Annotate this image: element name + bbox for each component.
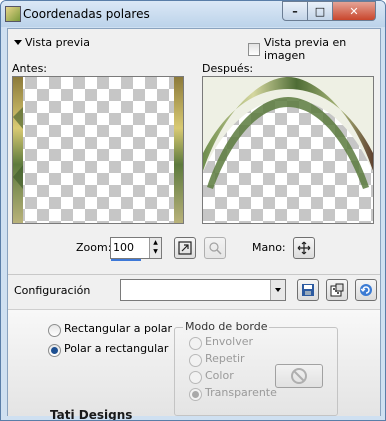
edge-transparent-radio[interactable] (189, 388, 202, 401)
no-color-icon (291, 368, 307, 384)
polar-to-rect-radio[interactable] (48, 344, 61, 357)
expand-icon (178, 241, 192, 255)
zoom-label: Zoom: (76, 241, 112, 254)
polar-to-rect-label[interactable]: Polar a rectangular (64, 342, 168, 355)
spin-up-icon[interactable]: ▲ (150, 238, 161, 247)
spin-down-icon[interactable]: ▼ (150, 247, 161, 256)
title-bar[interactable]: Coordenadas polares – □ ✕ (1, 1, 385, 27)
dialog-window: Coordenadas polares – □ ✕ Vista previa V… (0, 0, 386, 421)
zoom-spin-buttons[interactable]: ▲ ▼ (149, 238, 161, 258)
config-label: Configuración (14, 284, 91, 297)
edge-repeat-radio[interactable] (189, 354, 202, 367)
maximize-button[interactable]: □ (307, 1, 333, 21)
hand-label: Mano: (252, 241, 286, 254)
image-preview-label: Vista previa en imagen (264, 36, 347, 62)
dialog-content: Vista previa Vista previa en imagen Ante… (7, 28, 381, 420)
app-icon (5, 6, 21, 22)
random-config-button[interactable] (326, 279, 348, 301)
chevron-down-icon[interactable] (270, 280, 285, 300)
floppy-disk-icon (302, 284, 314, 296)
preview-toggle-label: Vista previa (25, 36, 90, 49)
preview-toggle[interactable]: Vista previa (14, 36, 90, 49)
image-preview-checkbox[interactable] (248, 42, 261, 56)
zoom-reset-button[interactable] (204, 237, 226, 259)
magnifier-icon (209, 242, 222, 255)
image-preview-option[interactable]: Vista previa en imagen (248, 36, 380, 62)
edge-color-radio[interactable] (189, 371, 202, 384)
edge-color-swatch[interactable] (275, 364, 323, 388)
window-title: Coordenadas polares (23, 7, 150, 21)
close-button[interactable]: ✕ (332, 1, 376, 21)
options-area: Rectangular a polar Polar a rectangular … (8, 309, 380, 420)
hand-tool-button[interactable] (293, 237, 315, 259)
rect-to-polar-radio[interactable] (48, 324, 61, 337)
minimize-button[interactable]: – (282, 1, 308, 21)
edge-transparent-label: Transparente (205, 386, 277, 399)
zoom-value[interactable]: 100 (113, 241, 134, 254)
after-preview[interactable] (202, 76, 374, 224)
undo-icon (360, 284, 372, 296)
save-config-button[interactable] (297, 279, 319, 301)
reset-config-button[interactable] (355, 279, 377, 301)
brand-label: Tati Designs (50, 408, 133, 421)
edge-wrap-label: Envolver (205, 335, 254, 348)
edge-color-label: Color (205, 369, 234, 382)
before-label: Antes: (12, 62, 48, 75)
edge-wrap-radio[interactable] (189, 337, 202, 350)
config-dropdown[interactable] (120, 279, 286, 301)
edge-mode-group: Modo de borde Envolver Repetir Color Tra… (174, 320, 338, 416)
zoom-underline (111, 259, 141, 261)
fit-window-button[interactable] (174, 237, 196, 259)
move-icon (297, 241, 311, 255)
edge-repeat-label: Repetir (205, 352, 245, 365)
triangle-down-icon (14, 40, 22, 45)
before-image-art (13, 77, 183, 223)
after-label: Después: (202, 62, 254, 75)
edge-mode-title: Modo de borde (183, 320, 270, 333)
zoom-stepper[interactable]: 100 ▲ ▼ (110, 237, 162, 261)
before-preview[interactable] (12, 76, 184, 224)
dice-icon (330, 283, 344, 297)
separator (8, 274, 380, 275)
after-image-art (203, 77, 373, 189)
rect-to-polar-label[interactable]: Rectangular a polar (64, 322, 172, 335)
